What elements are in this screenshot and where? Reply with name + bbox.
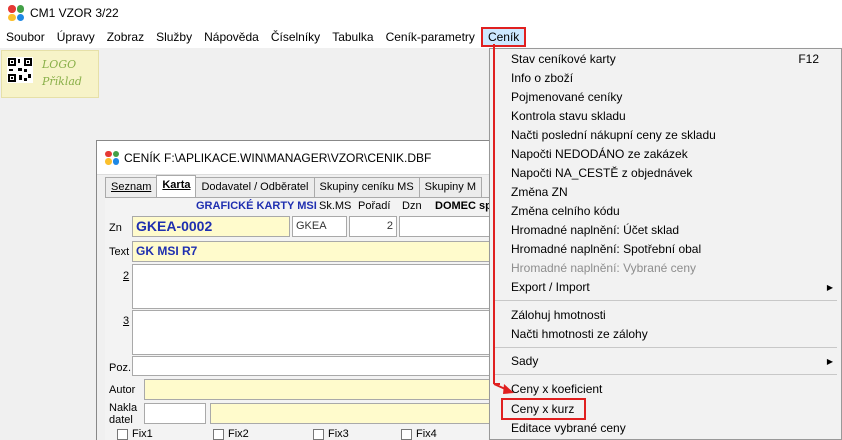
karta-panel: GRAFICKÉ KARTY MSI Sk.MS Pořadí Dzn DOME… <box>105 197 495 440</box>
menu-cenik-parametry[interactable]: Ceník-parametry <box>380 27 481 47</box>
cenik-window: CENÍK F:\APLIKACE.WIN\MANAGER\VZOR\CENIK… <box>96 140 496 440</box>
fix1-label: Fix1 <box>132 428 153 440</box>
annotation-arrow-icon <box>493 44 514 394</box>
zn-field[interactable]: GKEA-0002 <box>132 216 290 237</box>
highlight-ceny-x-kurz <box>501 398 586 420</box>
dzn-field[interactable] <box>399 216 495 237</box>
autor-field[interactable] <box>144 379 495 400</box>
autor-label: Autor <box>109 384 136 396</box>
tab-strip: Seznam Karta Dodavatel / Odběratel Skupi… <box>105 175 483 197</box>
menuitem-editace-vybrane-ceny[interactable]: Editace vybrané ceny <box>490 419 841 438</box>
menuitem-zalohuj-hmotnosti[interactable]: Zálohuj hmotnosti <box>490 306 841 325</box>
skms-header: Sk.MS <box>319 200 352 212</box>
company-logo: LOGO Příklad <box>1 50 99 98</box>
menuitem-naplneni-vybrane-ceny: Hromadné naplnění: Vybrané ceny <box>511 261 697 275</box>
menuitem-kontrola-stavu-skladu[interactable]: Kontrola stavu skladu <box>490 107 841 126</box>
menuitem-pojmenovane-ceniky[interactable]: Pojmenované ceníky <box>490 88 841 107</box>
menu-separator <box>494 300 837 301</box>
poz-label: Poz. <box>109 362 132 374</box>
fix4-label: Fix4 <box>416 428 437 440</box>
menuitem-zmena-celniho-kodu[interactable]: Změna celního kódu <box>490 202 841 221</box>
fix3-label: Fix3 <box>328 428 349 440</box>
menuitem-nacti-hmotnosti[interactable]: Načti hmotnosti ze zálohy <box>490 325 841 344</box>
menuitem-nacti-posledni-nakupni-ceny[interactable]: Načti poslední nákupní ceny ze skladu <box>490 126 841 145</box>
app-icon <box>8 5 24 21</box>
menu-separator <box>494 374 837 375</box>
line2-field[interactable] <box>132 264 495 309</box>
tab-dodavatel-odberatel[interactable]: Dodavatel / Odběratel <box>195 177 315 197</box>
line2-label: 2 <box>123 270 130 282</box>
zn-label: Zn <box>109 222 122 234</box>
menuitem-export-import[interactable]: Export / Import ▶ <box>490 278 841 297</box>
logo-text: LOGO Příklad <box>42 56 82 90</box>
menuitem-ceny-x-koeficient[interactable]: Ceny x koeficient <box>490 380 841 399</box>
submenu-arrow-icon: ▶ <box>826 283 833 292</box>
menu-tabulka[interactable]: Tabulka <box>326 27 379 47</box>
window-title: CM1 VZOR 3/22 <box>30 6 119 20</box>
datel-label: datel <box>109 414 133 426</box>
poradi-field[interactable]: 2 <box>349 216 397 237</box>
fix4-checkbox[interactable]: Fix4 <box>401 428 437 440</box>
fix3-checkbox[interactable]: Fix3 <box>313 428 349 440</box>
skms-field[interactable]: GKEA <box>292 216 347 237</box>
fix2-label: Fix2 <box>228 428 249 440</box>
nakla-label: Nakla <box>109 402 138 414</box>
menu-bar: Soubor Úpravy Zobraz Služby Nápověda Čís… <box>0 26 842 48</box>
menuitem-naplneni-spotrebni-obal[interactable]: Hromadné naplnění: Spotřební obal <box>490 240 841 259</box>
nakladatel-name-field[interactable] <box>210 403 495 424</box>
tab-skupiny-ceniku-ms[interactable]: Skupiny ceníku MS <box>313 177 420 197</box>
menu-separator <box>494 347 837 348</box>
logo-line2: Příklad <box>42 75 82 88</box>
menuitem-info-o-zbozi[interactable]: Info o zboží <box>490 69 841 88</box>
logo-line1: LOGO <box>42 58 77 71</box>
text-label: Text <box>109 246 130 258</box>
group-name: GRAFICKÉ KARTY MSI <box>196 200 317 212</box>
nakladatel-code-field[interactable] <box>144 403 206 424</box>
menuitem-stav-cenikove-karty[interactable]: Stav ceníkové karty F12 <box>490 50 841 69</box>
cenik-window-titlebar: CENÍK F:\APLIKACE.WIN\MANAGER\VZOR\CENIK… <box>97 141 495 175</box>
menuitem-napocti-nedodano[interactable]: Napočti NEDODÁNO ze zakázek <box>490 145 841 164</box>
submenu-arrow-icon: ▶ <box>826 357 833 366</box>
menu-sluzby[interactable]: Služby <box>150 27 198 47</box>
shortcut-f12: F12 <box>798 52 819 66</box>
poradi-header: Pořadí <box>358 200 391 212</box>
menu-napoveda[interactable]: Nápověda <box>198 27 265 47</box>
menu-ciselniky[interactable]: Číselníky <box>265 27 326 47</box>
line3-label: 3 <box>123 315 130 327</box>
cenik-window-icon <box>105 150 119 165</box>
fix2-checkbox[interactable]: Fix2 <box>213 428 249 440</box>
text-field[interactable]: GK MSI R7 <box>132 241 495 262</box>
menuitem-napocti-na-ceste[interactable]: Napočti NA_CESTĚ z objednávek <box>490 164 841 183</box>
domec-header: DOMEC sp <box>435 200 492 212</box>
qr-code-icon <box>7 57 33 83</box>
dzn-header: Dzn <box>402 200 422 212</box>
menuitem-naplneni-ucet-sklad[interactable]: Hromadné naplnění: Účet sklad <box>490 221 841 240</box>
menu-zobraz[interactable]: Zobraz <box>101 27 150 47</box>
menuitem-zmena-zn[interactable]: Změna ZN <box>490 183 841 202</box>
fix1-checkbox[interactable]: Fix1 <box>117 428 153 440</box>
title-bar: CM1 VZOR 3/22 <box>0 0 842 26</box>
tab-seznam[interactable]: Seznam <box>105 177 158 197</box>
tab-skupiny-m[interactable]: Skupiny M <box>418 177 483 197</box>
menu-soubor[interactable]: Soubor <box>0 27 51 47</box>
tab-karta[interactable]: Karta <box>156 175 197 197</box>
poz-field[interactable] <box>132 356 495 376</box>
cenik-dropdown-menu: Stav ceníkové karty F12 Info o zboží Pojm… <box>489 48 842 440</box>
menuitem-sady[interactable]: Sady ▶ <box>490 352 841 371</box>
cenik-window-title: CENÍK F:\APLIKACE.WIN\MANAGER\VZOR\CENIK… <box>124 150 432 165</box>
menu-upravy[interactable]: Úpravy <box>51 27 101 47</box>
line3-field[interactable] <box>132 310 495 355</box>
